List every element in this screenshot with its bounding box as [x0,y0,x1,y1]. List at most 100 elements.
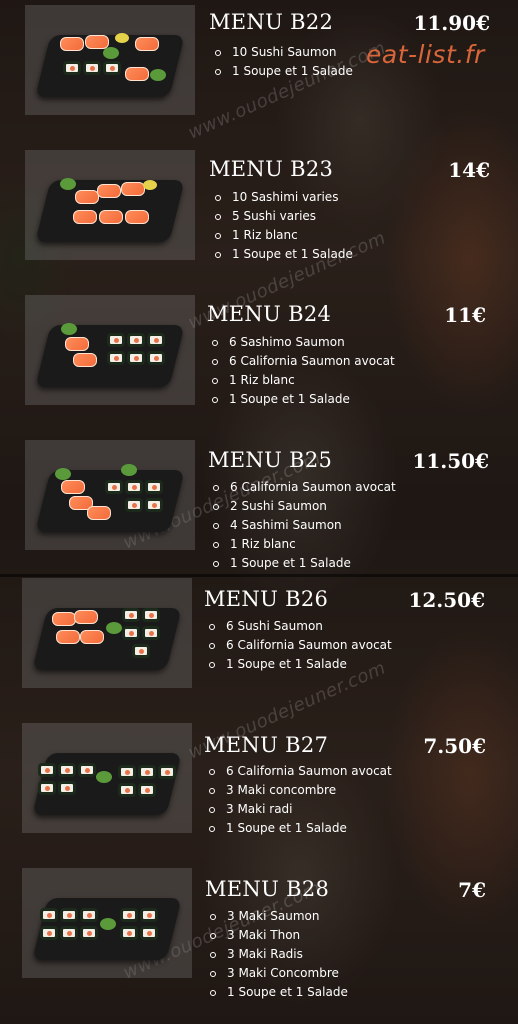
sushi-piece [125,67,149,81]
menu-title: MENU B24 [207,302,332,326]
menu-item: 1 Soupe et 1 Salade [212,62,353,81]
menu-item: 6 Sashimo Saumon [209,333,395,352]
menu-photo [22,578,192,688]
menu-photo [25,295,195,405]
california-roll [142,626,160,640]
maki-roll [103,61,121,75]
sushi-piece [87,506,111,520]
menu-item: 2 Sushi Saumon [210,497,396,516]
sushi-piece [74,610,98,624]
sushi-piece [99,210,123,224]
california-roll [105,480,123,494]
menu-title: MENU B27 [204,733,329,757]
menu-item: 3 Maki Radis [207,945,348,964]
menu-price: 7.50€ [423,734,486,758]
menu-title: MENU B26 [204,587,329,611]
california-roll [132,644,150,658]
sushi-piece [85,35,109,49]
menu-item: 10 Sashimi varies [212,188,353,207]
menu-items: 6 Sashimo Saumon 6 California Saumon avo… [209,333,395,409]
california-roll [145,480,163,494]
menu-item: 1 Soupe et 1 Salade [207,983,348,1002]
maki-roll [60,926,78,940]
menu-item: 3 Maki radi [206,800,392,819]
sushi-piece [125,210,149,224]
sashimi-piece [65,337,89,351]
menu-item: 1 Riz blanc [210,535,396,554]
menu-item: 3 Maki Saumon [207,907,348,926]
menu-item: 3 Maki concombre [206,781,392,800]
california-roll [138,783,156,797]
green-garnish [55,468,71,480]
maki-roll [38,763,56,777]
menu-title: MENU B23 [209,157,334,181]
menu-items: 6 California Saumon avocat 2 Sushi Saumo… [210,478,396,573]
sashimi-piece [61,480,85,494]
maki-roll [83,61,101,75]
menu-photo [22,723,192,833]
california-roll [127,351,145,365]
maki-roll [40,908,58,922]
menu-items: 6 Sushi Saumon 6 California Saumon avoca… [206,617,392,674]
green-garnish [61,323,77,335]
menu-price: 12.50€ [408,588,485,612]
california-roll [107,351,125,365]
maki-roll [140,908,158,922]
california-roll [158,765,176,779]
menu-item: 1 Soupe et 1 Salade [212,245,353,264]
menu-item: 1 Riz blanc [212,226,353,245]
menu-items: 6 California Saumon avocat 3 Maki concom… [206,762,392,838]
sashimi-piece [97,184,121,198]
maki-roll [140,926,158,940]
menu-item: 3 Maki Thon [207,926,348,945]
sashimi-piece [121,182,145,196]
menu-item: 6 California Saumon avocat [209,352,395,371]
maki-roll [80,908,98,922]
california-roll [122,608,140,622]
california-roll [125,480,143,494]
menu-title: MENU B28 [205,877,330,901]
menu-item: 1 Soupe et 1 Salade [206,819,392,838]
sushi-piece [56,630,80,644]
menu-photo [25,150,195,260]
menu-title: MENU B22 [209,10,334,34]
menu-price: 14€ [448,158,490,182]
brand-logo: eat-list.fr [366,40,485,69]
california-roll [118,765,136,779]
menu-item: 1 Soupe et 1 Salade [209,390,395,409]
menu-price: 11.50€ [412,449,489,473]
menu-title: MENU B25 [208,448,333,472]
maki-roll [38,781,56,795]
green-garnish [121,464,137,476]
maki-roll [40,926,58,940]
maki-roll [63,61,81,75]
sushi-piece [80,630,104,644]
california-roll [142,608,160,622]
green-garnish [106,622,122,634]
maki-roll [60,908,78,922]
menu-photo [25,5,195,115]
menu-item: 6 Sushi Saumon [206,617,392,636]
california-roll [125,498,143,512]
california-roll [122,626,140,640]
menu-item: 5 Sushi varies [212,207,353,226]
california-roll [147,333,165,347]
menu-items: 10 Sushi Saumon 1 Soupe et 1 Salade [212,43,353,81]
sushi-piece [73,210,97,224]
menu-item: 3 Maki Concombre [207,964,348,983]
menu-item: 6 California Saumon avocat [210,478,396,497]
menu-price: 7€ [458,878,486,902]
menu-price: 11€ [444,303,486,327]
menu-photo [22,868,192,978]
menu-items: 3 Maki Saumon 3 Maki Thon 3 Maki Radis 3… [207,907,348,1002]
menu-item: 4 Sashimi Saumon [210,516,396,535]
menu-photo [25,440,195,550]
menu-item: 10 Sushi Saumon [212,43,353,62]
maki-roll [120,908,138,922]
menu-item: 6 California Saumon avocat [206,636,392,655]
maki-roll [80,926,98,940]
menu-item: 6 California Saumon avocat [206,762,392,781]
green-garnish [103,47,119,59]
california-roll [147,351,165,365]
maki-roll [78,763,96,777]
